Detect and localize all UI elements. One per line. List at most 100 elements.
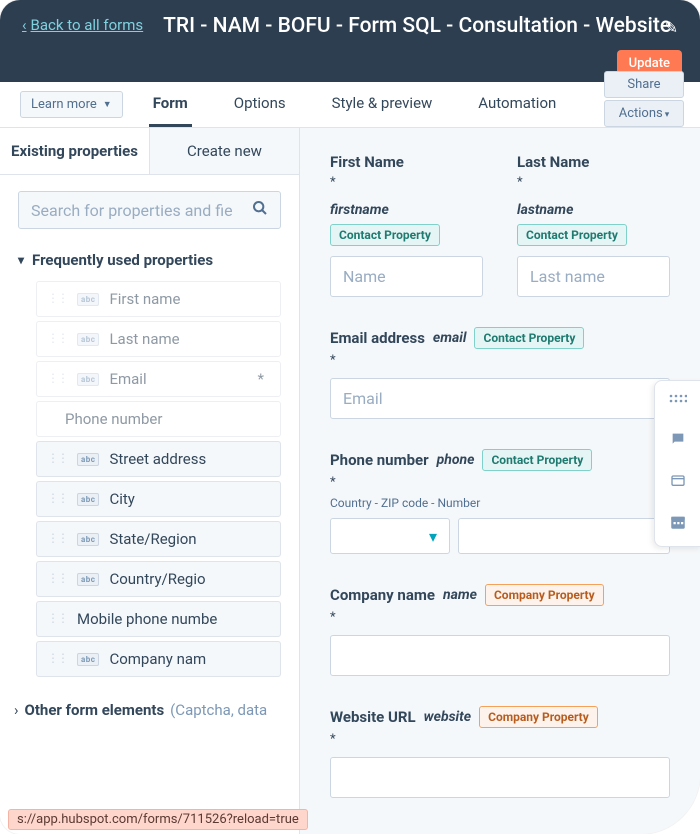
tab-style-preview[interactable]: Style & preview <box>328 82 437 127</box>
prop-email[interactable]: ⋮⋮ abc Email * <box>36 361 281 397</box>
type-icon: abc <box>77 293 99 306</box>
prop-mobile[interactable]: ⋮⋮ Mobile phone numbe <box>36 601 281 637</box>
main: Existing properties Create new ▾ Frequen… <box>0 128 700 834</box>
other-label: Other form elements <box>25 701 165 719</box>
badge-contact-property: Contact Property <box>517 224 627 246</box>
prop-label: City <box>109 490 134 508</box>
last-name-input[interactable] <box>517 256 670 297</box>
prop-label: First name <box>109 290 180 308</box>
section-frequently-used[interactable]: ▾ Frequently used properties <box>0 245 299 281</box>
field-website[interactable]: Website URL website Company Property * <box>330 706 670 798</box>
field-phone[interactable]: Phone number phone Contact Property * Co… <box>330 449 670 554</box>
badge-contact-property: Contact Property <box>474 327 584 349</box>
chevron-down-icon: ▾ <box>18 253 24 267</box>
field-hint: Country - ZIP code - Number <box>330 496 670 510</box>
status-url-preview: s://app.hubspot.com/forms/711526?reload=… <box>8 809 308 830</box>
required-marker: * <box>330 175 483 190</box>
phone-number-input[interactable] <box>458 518 670 554</box>
drag-handle-icon: ⋮⋮ <box>47 295 67 302</box>
prop-label: Email <box>109 370 146 388</box>
share-button[interactable]: Share <box>604 71 684 98</box>
learn-more-dropdown[interactable]: Learn more ▼ <box>20 91 123 118</box>
field-label: Last Name <box>517 153 589 171</box>
company-input[interactable] <box>330 635 670 676</box>
left-tab-create[interactable]: Create new <box>149 128 299 174</box>
prop-label: State/Region <box>109 530 196 548</box>
left-tabs: Existing properties Create new <box>0 128 299 175</box>
actions-dropdown[interactable]: Actions▾ <box>604 100 684 127</box>
back-link-label: Back to all forms <box>31 16 144 34</box>
required-marker: * <box>517 175 670 190</box>
type-icon: abc <box>77 533 99 546</box>
field-last-name[interactable]: Last Name * lastname Contact Property <box>517 152 670 297</box>
chevron-right-icon: › <box>14 701 19 719</box>
required-marker: * <box>330 610 670 625</box>
toolbar-actions: Share Actions▾ <box>604 71 684 129</box>
back-link[interactable]: ‹ Back to all forms <box>22 16 143 34</box>
search-box[interactable] <box>18 191 281 229</box>
email-input[interactable] <box>330 378 670 419</box>
drag-handle-icon: ⋮⋮ <box>47 335 67 342</box>
website-input[interactable] <box>330 757 670 798</box>
property-list: ⋮⋮ abc First name ⋮⋮ abc Last name ⋮⋮ ab… <box>0 281 299 677</box>
prop-state[interactable]: ⋮⋮ abc State/Region <box>36 521 281 557</box>
prop-city[interactable]: ⋮⋮ abc City <box>36 481 281 517</box>
prop-country[interactable]: ⋮⋮ abc Country/Regio <box>36 561 281 597</box>
chevron-down-icon: ▼ <box>103 99 112 110</box>
prop-label: Last name <box>109 330 179 348</box>
drag-handle-icon: ⋮⋮ <box>47 575 67 582</box>
drag-handle-icon: ⋮⋮ <box>47 455 67 462</box>
prop-label: Country/Regio <box>109 570 205 588</box>
chevron-down-icon: ▾ <box>665 110 670 120</box>
type-icon: abc <box>77 333 99 346</box>
calendar-icon[interactable] <box>669 513 687 536</box>
grid-icon[interactable] <box>669 391 687 411</box>
main-tabs: Form Options Style & preview Automation <box>149 82 561 127</box>
tab-options[interactable]: Options <box>230 82 290 127</box>
field-api-name: email <box>433 330 467 346</box>
left-tab-existing[interactable]: Existing properties <box>0 128 149 174</box>
chat-icon[interactable] <box>669 431 687 452</box>
header: ‹ Back to all forms TRI - NAM - BOFU - F… <box>0 0 700 82</box>
actions-label: Actions <box>619 106 663 121</box>
search-wrap <box>0 175 299 245</box>
field-company[interactable]: Company name name Company Property * <box>330 584 670 676</box>
left-panel: Existing properties Create new ▾ Frequen… <box>0 128 300 834</box>
prop-last-name[interactable]: ⋮⋮ abc Last name <box>36 321 281 357</box>
section-other-elements[interactable]: › Other form elements (Captcha, data <box>0 677 299 719</box>
field-label: Email address <box>330 329 425 347</box>
prop-company[interactable]: ⋮⋮ abc Company nam <box>36 641 281 677</box>
tab-form[interactable]: Form <box>149 82 192 127</box>
tab-automation[interactable]: Automation <box>474 82 560 127</box>
first-name-input[interactable] <box>330 256 483 297</box>
learn-more-label: Learn more <box>31 97 97 112</box>
field-label: Company name <box>330 586 435 604</box>
chevron-down-icon: ▾ <box>429 527 437 546</box>
edit-title-icon[interactable]: ✎ <box>665 18 678 37</box>
drag-handle-icon: ⋮⋮ <box>47 375 67 382</box>
badge-contact-property: Contact Property <box>330 224 440 246</box>
search-icon[interactable] <box>252 200 268 220</box>
field-api-name: website <box>424 709 471 725</box>
prop-label: Company nam <box>109 650 206 668</box>
archive-icon[interactable] <box>669 472 687 493</box>
section-title: Frequently used properties <box>32 251 213 269</box>
field-label: First Name <box>330 153 404 171</box>
search-input[interactable] <box>31 201 252 220</box>
drag-handle-icon: ⋮⋮ <box>47 535 67 542</box>
phone-country-select[interactable]: ▾ <box>330 518 450 554</box>
other-hint: (Captcha, data <box>170 701 267 719</box>
drag-handle-icon: ⋮⋮ <box>47 655 67 662</box>
prop-phone[interactable]: Phone number <box>36 401 281 437</box>
field-first-name[interactable]: First Name * firstname Contact Property <box>330 152 483 297</box>
field-email[interactable]: Email address email Contact Property * <box>330 327 670 419</box>
prop-street[interactable]: ⋮⋮ abc Street address <box>36 441 281 477</box>
required-marker: * <box>330 475 670 490</box>
type-icon: abc <box>77 453 99 466</box>
prop-label: Phone number <box>65 410 162 428</box>
type-icon: abc <box>77 493 99 506</box>
badge-contact-property: Contact Property <box>482 449 592 471</box>
prop-first-name[interactable]: ⋮⋮ abc First name <box>36 281 281 317</box>
phone-input-row: ▾ <box>330 518 670 554</box>
type-icon: abc <box>77 573 99 586</box>
